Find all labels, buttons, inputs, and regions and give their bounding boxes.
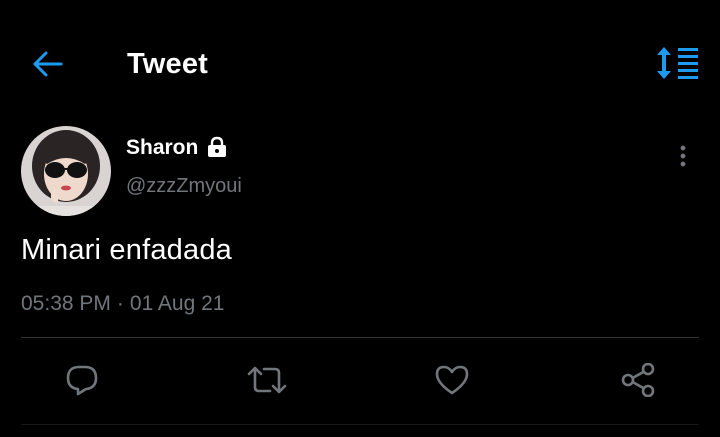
top-app-bar: Tweet: [0, 0, 720, 120]
share-icon: [621, 363, 655, 397]
reply-button[interactable]: [58, 358, 106, 402]
avatar[interactable]: [21, 126, 111, 216]
like-button[interactable]: [428, 358, 476, 402]
divider: [21, 337, 699, 338]
lock-icon: [206, 136, 228, 158]
share-button[interactable]: [614, 358, 662, 402]
like-icon: [435, 365, 469, 395]
arrow-left-icon: [33, 51, 63, 77]
tweet-time: 05:38 PM: [21, 292, 111, 315]
sort-list-icon: [657, 47, 698, 79]
retweet-icon: [247, 366, 287, 394]
author-handle[interactable]: @zzzZmyoui: [126, 172, 242, 200]
bottom-divider: [21, 424, 699, 425]
meta-separator: ·: [116, 292, 124, 315]
tweet-timestamp[interactable]: 05:38 PM · 01 Aug 21: [21, 289, 224, 319]
tweet-date: 01 Aug 21: [129, 292, 225, 315]
sort-replies-button[interactable]: [652, 42, 704, 84]
more-vertical-icon: [680, 145, 686, 167]
page-title: Tweet: [127, 48, 209, 80]
back-button[interactable]: [26, 44, 70, 84]
profile-photo: [21, 126, 111, 216]
tweet-text: Minari enfadada: [21, 234, 232, 266]
author-row: Sharon: [126, 134, 228, 162]
reply-icon: [66, 365, 98, 396]
more-options-button[interactable]: [666, 138, 700, 174]
retweet-button[interactable]: [243, 358, 291, 402]
author-name[interactable]: Sharon: [126, 134, 198, 162]
